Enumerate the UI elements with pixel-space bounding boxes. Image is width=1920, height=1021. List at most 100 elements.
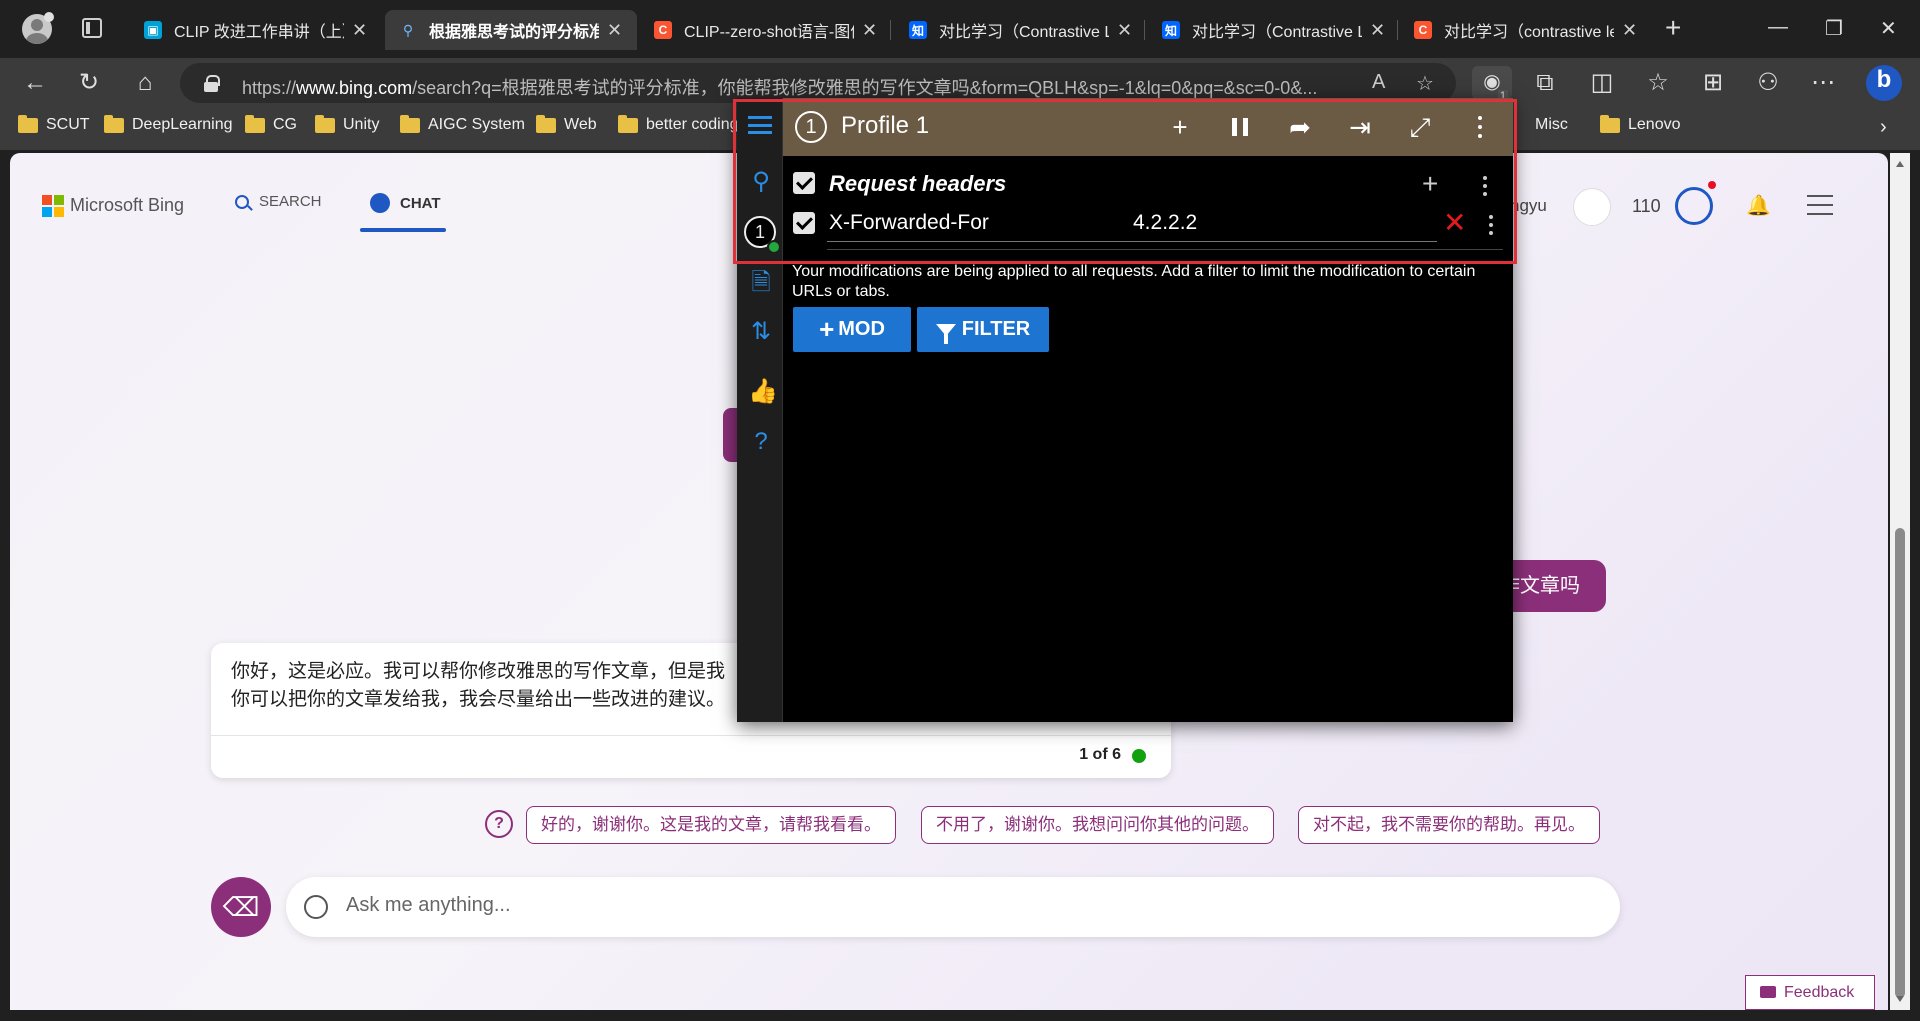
bot-message-text: 你好，这是必应。我可以帮你修改雅思的写作文章，但是我 你可以把你的文章发给我，我… — [231, 661, 726, 710]
close-window-button[interactable]: ✕ — [1880, 16, 1897, 41]
file-add-icon[interactable]: 🗎 — [748, 270, 774, 296]
tab-separator — [890, 20, 891, 40]
split-screen-icon[interactable]: ◫ — [1587, 68, 1617, 98]
scroll-down-arrow-icon[interactable] — [1896, 996, 1904, 1002]
extensions-puzzle-icon[interactable]: ⧉ — [1530, 68, 1560, 98]
scroll-up-arrow-icon[interactable] — [1896, 161, 1904, 167]
folder-icon — [104, 114, 124, 133]
folder-icon — [618, 114, 638, 133]
folder-icon — [400, 114, 420, 133]
bookmark-folder[interactable]: Misc — [1535, 116, 1568, 134]
tab-csdn-clip[interactable]: C CLIP--zero-shot语言-图像 ✕ — [640, 10, 891, 50]
bookmark-folder[interactable]: SCUT — [18, 114, 90, 134]
csdn-icon: C — [654, 21, 672, 39]
folder-icon — [315, 114, 335, 133]
collections-icon[interactable]: ⊞ — [1698, 68, 1728, 98]
address-bar[interactable]: https://www.bing.com/search?q=根据雅思考试的评分标… — [180, 63, 1456, 103]
bilibili-tv-icon: ▣ — [144, 21, 162, 39]
minimize-button[interactable]: — — [1768, 16, 1788, 39]
suggestion-chip[interactable]: 好的，谢谢你。这是我的文章，请帮我看看。 — [526, 806, 896, 844]
tab-zhihu-2[interactable]: 知 对比学习（Contrastive L ✕ — [1148, 10, 1399, 50]
nav-search-tab[interactable]: SEARCH — [235, 193, 322, 210]
more-bookmarks-chevron-icon[interactable]: › — [1880, 116, 1887, 139]
rewards-trophy-icon[interactable] — [1675, 187, 1713, 225]
close-tab-icon[interactable]: ✕ — [862, 20, 877, 41]
microsoft-logo-icon — [42, 195, 64, 217]
folder-icon — [536, 114, 556, 133]
feedback-button[interactable]: Feedback — [1745, 975, 1875, 1010]
lock-icon[interactable] — [204, 75, 220, 92]
chat-input-placeholder[interactable]: Ask me anything... — [346, 894, 511, 917]
suggestion-chip[interactable]: 对不起，我不需要你的帮助。再见。 — [1298, 806, 1600, 844]
favorites-icon[interactable]: ☆ — [1643, 68, 1673, 98]
new-tab-button[interactable]: + — [1665, 14, 1681, 42]
bookmark-folder[interactable]: better coding — [618, 114, 739, 134]
restore-button[interactable]: ❐ — [1825, 16, 1843, 41]
bing-copilot-icon[interactable]: b — [1866, 65, 1902, 101]
modheader-extension-button[interactable]: ◉ 1 — [1472, 66, 1512, 102]
tab-title: 对比学习（Contrastive L — [1192, 24, 1362, 41]
tab-actions-icon[interactable] — [82, 18, 102, 38]
tab-clip-bilibili[interactable]: ▣ CLIP 改进工作串讲（上） ✕ — [130, 10, 381, 50]
page-scrollbar[interactable] — [1890, 153, 1910, 1010]
suggestion-chip[interactable]: 不用了，谢谢你。我想问问你其他的问题。 — [921, 806, 1274, 844]
folder-icon — [245, 114, 265, 133]
read-aloud-icon[interactable]: A — [1372, 71, 1385, 94]
folder-icon — [18, 114, 38, 133]
sort-icon[interactable]: ⇅ — [748, 319, 774, 345]
user-avatar[interactable] — [1573, 188, 1611, 226]
tab-title: 对比学习（Contrastive L — [939, 24, 1109, 41]
tab-title: 对比学习（contrastive le — [1444, 24, 1614, 41]
new-topic-broom-button[interactable]: ⌫ — [211, 877, 271, 937]
tab-strip: ▣ CLIP 改进工作串讲（上） ✕ ⚲ 根据雅思考试的评分标准 ✕ C CLI… — [0, 0, 1920, 58]
add-mod-button[interactable]: + MOD — [793, 307, 911, 352]
back-button[interactable]: ← — [20, 68, 50, 98]
plus-icon: + — [819, 314, 835, 344]
divider — [211, 735, 1171, 736]
close-tab-icon[interactable]: ✕ — [1622, 20, 1637, 41]
tab-title: 根据雅思考试的评分标准 — [429, 24, 599, 41]
bookmark-folder[interactable]: AIGC System — [400, 114, 525, 134]
refresh-button[interactable]: ↻ — [74, 68, 104, 98]
menu-icon[interactable] — [1807, 195, 1833, 215]
tab-separator — [1397, 20, 1398, 40]
add-favorite-icon[interactable]: ☆ — [1416, 71, 1434, 96]
settings-more-icon[interactable]: ⋯ — [1808, 68, 1838, 98]
zhihu-icon: 知 — [909, 21, 927, 39]
notification-dot — [1708, 181, 1716, 189]
csdn-icon: C — [1414, 21, 1432, 39]
bookmark-folder[interactable]: Unity — [315, 114, 379, 134]
add-filter-button[interactable]: FILTER — [917, 307, 1049, 352]
close-tab-icon[interactable]: ✕ — [1117, 20, 1132, 41]
home-button[interactable]: ⌂ — [130, 68, 160, 98]
tab-title: CLIP 改进工作串讲（上） — [174, 24, 344, 41]
performance-icon[interactable]: ⚇ — [1753, 68, 1783, 98]
help-icon[interactable]: ? — [748, 429, 774, 455]
rewards-points[interactable]: 110 — [1632, 196, 1661, 217]
url-text[interactable]: https://www.bing.com/search?q=根据雅思考试的评分标… — [242, 74, 1352, 100]
nav-chat-tab[interactable]: CHAT — [370, 193, 441, 213]
close-tab-icon[interactable]: ✕ — [1370, 20, 1385, 41]
tab-zhihu-1[interactable]: 知 对比学习（Contrastive L ✕ — [895, 10, 1146, 50]
tab-bing-search[interactable]: ⚲ 根据雅思考试的评分标准 ✕ — [385, 10, 637, 50]
turn-counter: 1 of 6 — [1079, 746, 1121, 763]
brand-name[interactable]: Microsoft Bing — [70, 195, 184, 216]
search-icon — [235, 194, 249, 209]
chat-input[interactable]: Ask me anything... — [286, 877, 1620, 937]
help-question-icon[interactable]: ? — [485, 810, 513, 838]
scroll-thumb[interactable] — [1895, 528, 1905, 998]
bookmark-folder[interactable]: Lenovo — [1600, 114, 1681, 134]
info-text: Your modifications are being applied to … — [792, 263, 1476, 300]
bell-icon[interactable]: 🔔 — [1746, 193, 1771, 218]
status-dot — [1132, 749, 1146, 763]
bookmark-folder[interactable]: CG — [245, 114, 297, 134]
bookmark-folder[interactable]: DeepLearning — [104, 114, 233, 134]
chat-bubble-icon — [304, 895, 328, 919]
close-tab-icon[interactable]: ✕ — [352, 20, 367, 41]
zhihu-icon: 知 — [1162, 21, 1180, 39]
highlight-annotation-box — [733, 99, 1517, 264]
tab-csdn-contrastive[interactable]: C 对比学习（contrastive le ✕ — [1400, 10, 1651, 50]
bookmark-folder[interactable]: Web — [536, 114, 597, 134]
close-tab-icon[interactable]: ✕ — [607, 20, 622, 41]
thumbs-up-icon[interactable]: 👍 — [748, 379, 778, 405]
